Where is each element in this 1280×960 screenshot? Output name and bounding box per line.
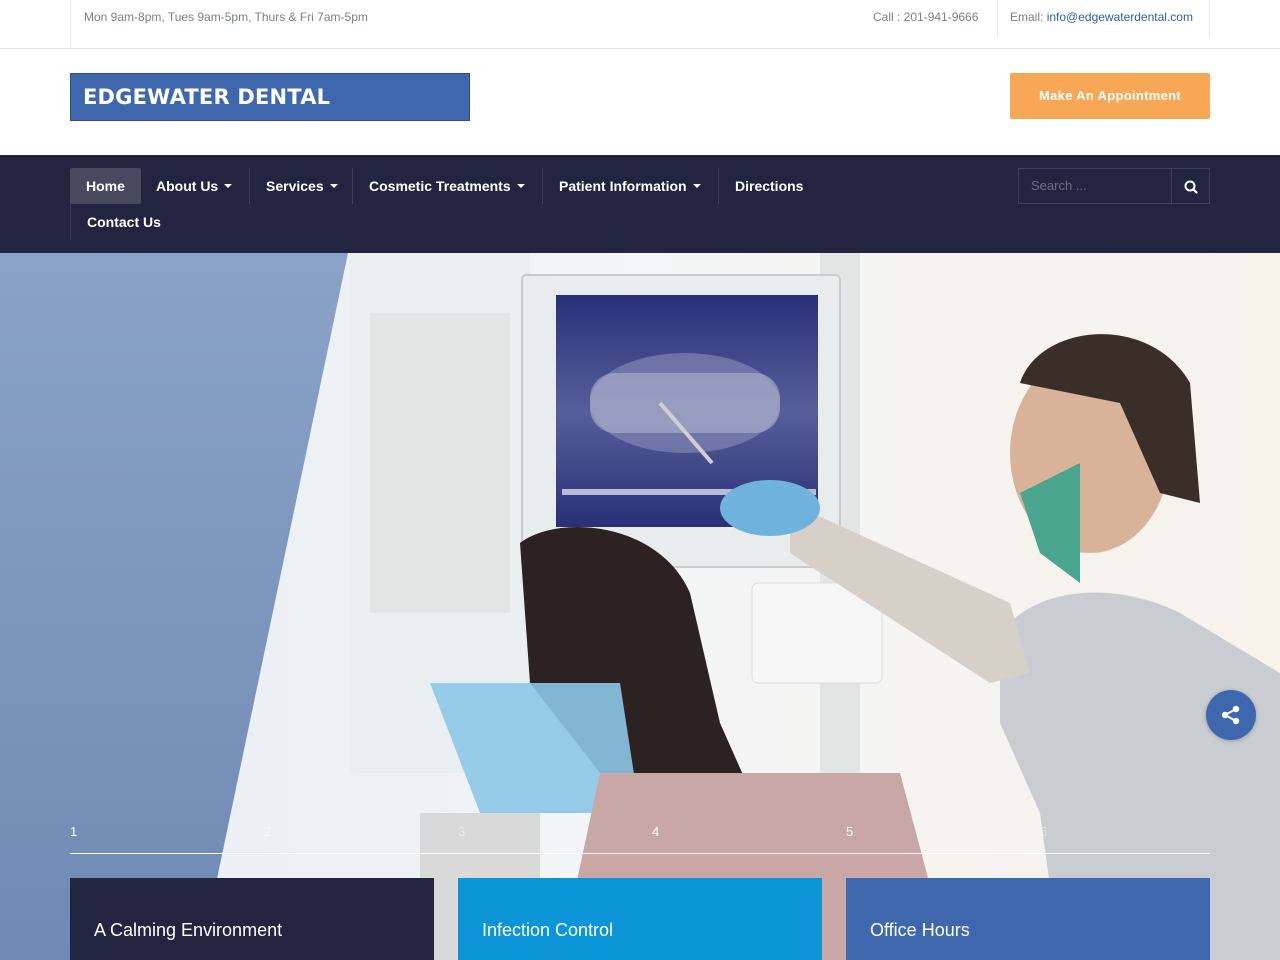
card-title: Office Hours bbox=[870, 920, 970, 940]
top-info-bar: Mon 9am-8pm, Tues 9am-5pm, Thurs & Fri 7… bbox=[0, 0, 1280, 49]
nav-item-label: Home bbox=[86, 178, 125, 194]
email-label: Email: bbox=[1010, 10, 1047, 24]
slide-number-5[interactable]: 5 bbox=[846, 824, 1040, 854]
hero-slider: 1 2 3 4 5 6 bbox=[0, 253, 1280, 960]
slide-number-2[interactable]: 2 bbox=[264, 824, 458, 854]
nav-item-patient-information[interactable]: Patient Information bbox=[542, 168, 717, 204]
phone-text[interactable]: Call : 201-941-9666 bbox=[860, 0, 998, 38]
nav-item-label: Directions bbox=[735, 178, 804, 194]
slide-number-6[interactable]: 6 bbox=[1040, 824, 1210, 854]
feature-card-infection-control[interactable]: Infection Control bbox=[458, 878, 822, 960]
card-title: A Calming Environment bbox=[94, 920, 283, 940]
make-appointment-button[interactable]: Make An Appointment bbox=[1010, 73, 1210, 119]
nav-item-label: Cosmetic Treatments bbox=[369, 178, 511, 194]
caret-down-icon bbox=[516, 184, 525, 189]
email-info: Email: info@edgewaterdental.com bbox=[998, 0, 1210, 38]
nav-item-label: Services bbox=[266, 178, 324, 194]
nav-item-label: Contact Us bbox=[87, 214, 161, 230]
slide-number-4[interactable]: 4 bbox=[652, 824, 846, 854]
email-link[interactable]: info@edgewaterdental.com bbox=[1047, 10, 1193, 24]
nav-item-directions[interactable]: Directions bbox=[718, 168, 819, 204]
nav-item-cosmetic-treatments[interactable]: Cosmetic Treatments bbox=[352, 168, 541, 204]
nav-item-services[interactable]: Services bbox=[249, 168, 354, 204]
caret-down-icon bbox=[692, 184, 701, 189]
nav-item-about-us[interactable]: About Us bbox=[140, 168, 248, 204]
search-input[interactable]: Search ... bbox=[1018, 168, 1172, 204]
nav-item-home[interactable]: Home bbox=[70, 168, 141, 204]
office-hours-text: Mon 9am-8pm, Tues 9am-5pm, Thurs & Fri 7… bbox=[70, 0, 368, 48]
feature-card-calming-environment[interactable]: A Calming Environment bbox=[70, 878, 434, 960]
slide-number-1[interactable]: 1 bbox=[70, 824, 264, 854]
site-logo[interactable]: EDGEWATER DENTAL ASSOCIATES bbox=[70, 73, 470, 155]
search-button[interactable] bbox=[1171, 168, 1210, 204]
caret-down-icon bbox=[329, 184, 338, 189]
slide-number-3[interactable]: 3 bbox=[458, 824, 652, 854]
caret-down-icon bbox=[224, 184, 233, 189]
nav-item-contact-us[interactable]: Contact Us bbox=[70, 204, 177, 240]
share-icon bbox=[1221, 705, 1240, 725]
feature-card-office-hours[interactable]: Office Hours bbox=[846, 878, 1210, 960]
search-icon bbox=[1184, 180, 1198, 194]
slider-pagination: 1 2 3 4 5 6 bbox=[70, 824, 1210, 854]
card-title: Infection Control bbox=[482, 920, 614, 940]
share-button[interactable] bbox=[1206, 690, 1256, 740]
nav-item-label: About Us bbox=[156, 178, 219, 194]
nav-item-label: Patient Information bbox=[559, 178, 687, 194]
